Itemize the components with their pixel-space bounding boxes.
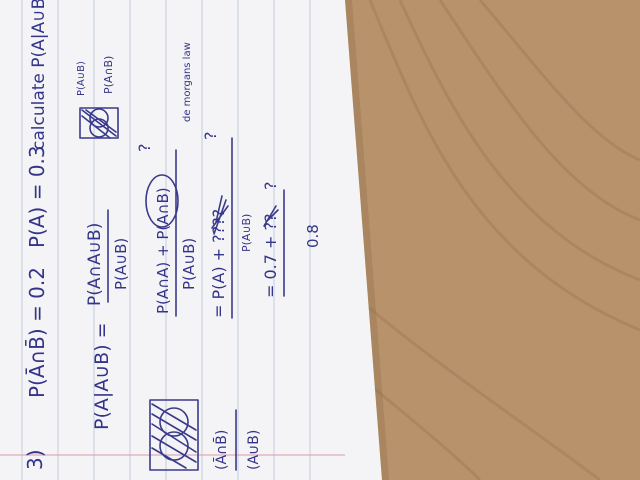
result-hint: 0.8 <box>304 224 322 248</box>
step-2-mark: ? <box>135 144 154 153</box>
venn-note-1: P(A∪B) <box>76 61 87 96</box>
step-3: = P(A) + ???? <box>209 209 228 318</box>
bottom-label-2: (A∪B) <box>246 430 262 470</box>
step-3-den: P(A∪B) <box>240 214 253 252</box>
step-1-num: P(A∩A∪B) <box>85 223 105 306</box>
notebook-photo: 3) P(Ā∩B̄) = 0.2 P(A) = 0.3 calculate P(… <box>0 0 640 480</box>
bottom-label-1: (Ā∩B̄) <box>212 430 230 470</box>
given-1: P(Ā∩B̄) = 0.2 <box>24 267 49 398</box>
task-text: calculate P(A|A∪B) <box>29 0 49 150</box>
side-note: de morgans law <box>182 42 193 122</box>
given-2: P(A) = 0.3 <box>25 145 49 248</box>
step-3-mark: ? <box>201 132 220 141</box>
venn-note-2: P(A∩B) <box>102 56 115 94</box>
step-2-den: P(A∪B) <box>180 238 198 290</box>
step-1-den: P(A∪B) <box>112 238 130 290</box>
problem-number: 3) <box>23 449 47 470</box>
step-2-num: P(A∩A) + P(A∩B) <box>154 187 172 314</box>
step-1-lhs: P(A|A∪B) = <box>91 322 113 430</box>
step-4-mark: ? <box>261 182 280 191</box>
